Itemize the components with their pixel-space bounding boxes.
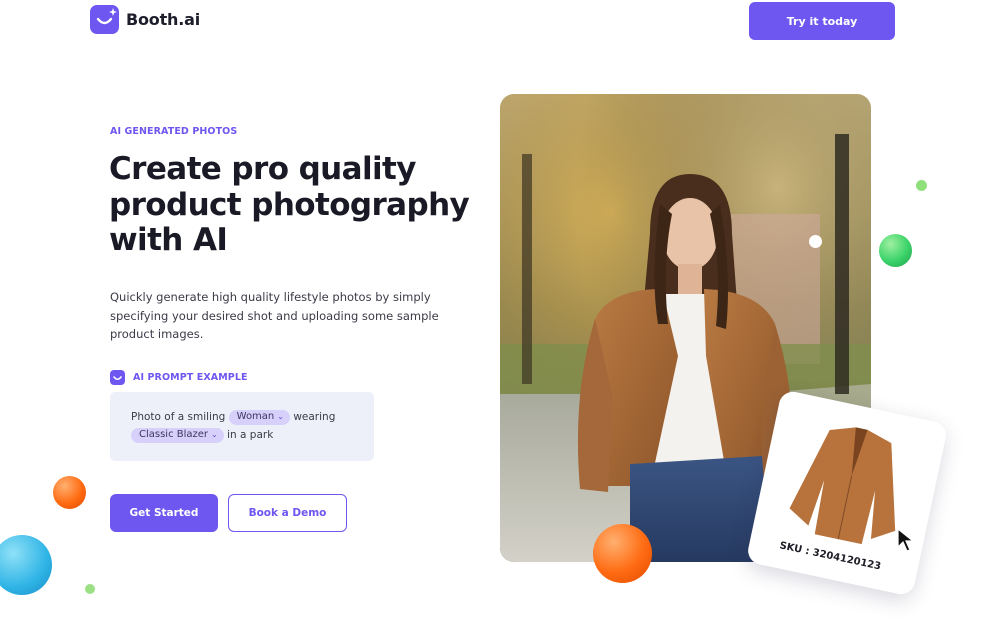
chip-label: Classic Blazer [139, 429, 209, 440]
prompt-example-box: Photo of a smiling Woman ⌄ wearing Class… [110, 392, 374, 461]
headline-line-1: Create pro quality [109, 151, 416, 187]
prompt-label-text: AI PROMPT EXAMPLE [133, 372, 248, 383]
cursor-arrow-icon [896, 527, 918, 557]
brand-name: Booth.ai [126, 10, 200, 29]
decorative-green-dot-small [85, 584, 95, 594]
subject-dropdown-chip[interactable]: Woman ⌄ [228, 409, 290, 425]
decorative-blue-ball [0, 535, 52, 595]
decorative-orange-ball-small [53, 476, 86, 509]
get-started-button[interactable]: Get Started [110, 494, 218, 532]
prompt-text: wearing [293, 411, 336, 423]
decorative-green-dot [916, 180, 927, 191]
decorative-white-dot [809, 235, 822, 248]
sparkle-icon [109, 8, 117, 16]
product-sku-card: SKU : 3204120123 [745, 389, 949, 597]
chip-label: Woman [236, 411, 275, 422]
book-demo-button[interactable]: Book a Demo [228, 494, 347, 532]
eyebrow-label: AI GENERATED PHOTOS [110, 126, 238, 137]
logo-smile-icon [110, 370, 125, 385]
hero-description: Quickly generate high quality lifestyle … [110, 290, 439, 341]
try-it-today-button[interactable]: Try it today [749, 2, 895, 40]
prompt-text: in a park [227, 429, 274, 441]
page-title: Create pro quality product photography w… [109, 151, 489, 259]
chevron-down-icon: ⌄ [211, 430, 218, 439]
brand-logo[interactable]: Booth.ai [90, 5, 200, 34]
headline-line-2: product photography [109, 186, 470, 223]
chevron-down-icon: ⌄ [277, 412, 284, 421]
decorative-orange-ball [593, 524, 652, 583]
prompt-example-label: AI PROMPT EXAMPLE [110, 370, 248, 385]
prompt-text: Photo of a smiling [131, 411, 226, 423]
product-dropdown-chip[interactable]: Classic Blazer ⌄ [131, 427, 224, 443]
headline-line-3: with AI [109, 222, 228, 258]
decorative-green-ball [879, 234, 912, 267]
logo-smile-icon [90, 5, 119, 34]
